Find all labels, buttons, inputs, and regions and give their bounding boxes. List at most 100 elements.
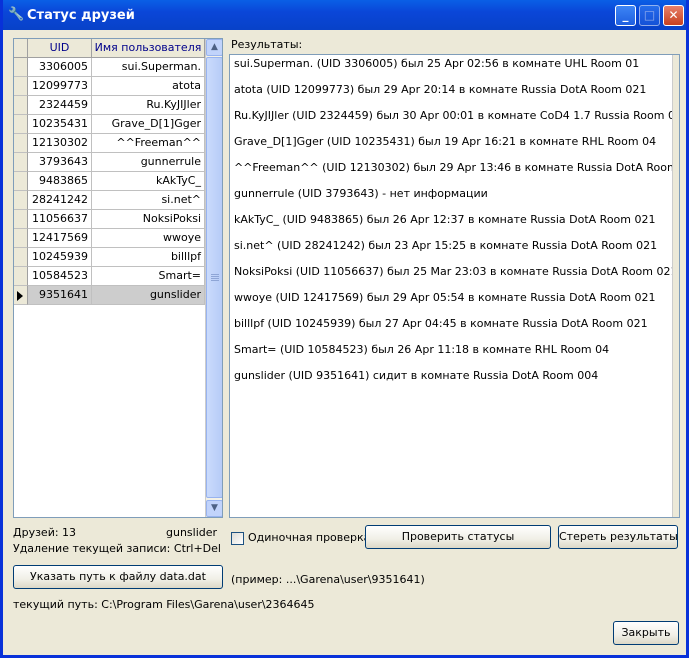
check-status-button[interactable]: Проверить статусы — [365, 525, 551, 549]
uid-cell[interactable]: 10235431 — [28, 115, 92, 134]
uid-cell[interactable]: 10584523 — [28, 267, 92, 286]
table-row[interactable]: 9351641 gunslider — [14, 286, 205, 305]
row-indicator[interactable] — [14, 248, 28, 267]
single-check-checkbox[interactable] — [231, 532, 244, 545]
window-title: Статус друзей — [27, 8, 135, 23]
table-row[interactable]: 12099773 atota — [14, 77, 205, 96]
row-indicator[interactable] — [14, 77, 28, 96]
column-header-username[interactable]: Имя пользователя — [92, 39, 205, 58]
table-row[interactable]: 3793643 gunnerrule — [14, 153, 205, 172]
result-line: ^^Freeman^^ (UID 12130302) был 29 Apr 13… — [234, 161, 680, 174]
row-indicator[interactable] — [14, 267, 28, 286]
result-line: sui.Superman. (UID 3306005) был 25 Apr 0… — [234, 57, 640, 70]
uid-cell[interactable]: 10245939 — [28, 248, 92, 267]
maximize-icon: □ — [643, 8, 656, 22]
username-cell[interactable]: billlpf — [92, 248, 205, 267]
single-check-label[interactable]: Одиночная проверка — [248, 531, 370, 544]
uid-cell[interactable]: 3306005 — [28, 58, 92, 77]
username-cell[interactable]: si.net^ — [92, 191, 205, 210]
result-line: kAkTyC_ (UID 9483865) был 26 Apr 12:37 в… — [234, 213, 656, 226]
username-cell[interactable]: NoksiPoksi — [92, 210, 205, 229]
friends-status-window: 🔧 Статус друзей _ □ ✕ UID Имя пользовате… — [0, 0, 689, 658]
uid-cell[interactable]: 12417569 — [28, 229, 92, 248]
friends-grid[interactable]: UID Имя пользователя 3306005 sui.Superman… — [13, 38, 223, 518]
current-friend-name: gunslider — [166, 526, 218, 539]
result-line: gunnerrule (UID 3793643) - нет информаци… — [234, 187, 488, 200]
username-cell[interactable]: kAkTyC_ — [92, 172, 205, 191]
maximize-button[interactable]: □ — [639, 5, 660, 26]
table-row[interactable]: 12417569 wwoye — [14, 229, 205, 248]
grid-scrollbar[interactable]: ▲ ▼ — [205, 39, 222, 517]
result-line: billlpf (UID 10245939) был 27 Apr 04:45 … — [234, 317, 648, 330]
row-indicator[interactable] — [14, 115, 28, 134]
row-indicator[interactable] — [14, 191, 28, 210]
results-scrollbar[interactable] — [672, 55, 679, 517]
grid-header: UID Имя пользователя — [14, 39, 205, 58]
row-indicator[interactable] — [14, 134, 28, 153]
row-indicator-header — [14, 39, 28, 58]
username-cell[interactable]: sui.Superman. — [92, 58, 205, 77]
chevron-up-icon: ▲ — [211, 42, 218, 52]
close-button[interactable]: Закрыть — [613, 621, 679, 645]
results-label: Результаты: — [231, 38, 303, 51]
close-window-button[interactable]: ✕ — [663, 5, 684, 26]
scroll-up-button[interactable]: ▲ — [206, 39, 222, 56]
minimize-button[interactable]: _ — [615, 5, 636, 26]
result-line: Smart= (UID 10584523) был 26 Apr 11:18 в… — [234, 343, 610, 356]
clear-results-button[interactable]: Стереть результаты — [558, 525, 678, 549]
result-line: Ru.KyJIJler (UID 2324459) был 30 Apr 00:… — [234, 109, 680, 122]
result-line: wwoye (UID 12417569) был 29 Apr 05:54 в … — [234, 291, 656, 304]
table-row[interactable]: 10235431 Grave_D[1]Gger — [14, 115, 205, 134]
table-row[interactable]: 28241242 si.net^ — [14, 191, 205, 210]
path-example: (пример: ...\Garena\user\9351641) — [231, 573, 425, 586]
uid-cell[interactable]: 12130302 — [28, 134, 92, 153]
row-indicator[interactable] — [14, 229, 28, 248]
row-indicator[interactable] — [14, 96, 28, 115]
uid-cell[interactable]: 12099773 — [28, 77, 92, 96]
uid-cell[interactable]: 2324459 — [28, 96, 92, 115]
username-cell[interactable]: gunslider — [92, 286, 205, 305]
result-line: si.net^ (UID 28241242) был 23 Apr 15:25 … — [234, 239, 658, 252]
close-icon: ✕ — [668, 8, 679, 22]
current-row-arrow-icon — [17, 291, 23, 301]
table-row[interactable]: 9483865 kAkTyC_ — [14, 172, 205, 191]
username-cell[interactable]: Ru.KyJIJler — [92, 96, 205, 115]
table-row[interactable]: 3306005 sui.Superman. — [14, 58, 205, 77]
result-line: gunslider (UID 9351641) сидит в комнате … — [234, 369, 599, 382]
row-indicator[interactable] — [14, 172, 28, 191]
scroll-down-button[interactable]: ▼ — [206, 500, 222, 517]
username-cell[interactable]: ^^Freeman^^ — [92, 134, 205, 153]
minimize-icon: _ — [622, 8, 629, 22]
row-indicator[interactable] — [14, 58, 28, 77]
uid-cell[interactable]: 28241242 — [28, 191, 92, 210]
username-cell[interactable]: atota — [92, 77, 205, 96]
uid-cell[interactable]: 11056637 — [28, 210, 92, 229]
table-row[interactable]: 12130302 ^^Freeman^^ — [14, 134, 205, 153]
uid-cell[interactable]: 9351641 — [28, 286, 92, 305]
username-cell[interactable]: Smart= — [92, 267, 205, 286]
result-line: NoksiPoksi (UID 11056637) был 25 Mar 23:… — [234, 265, 678, 278]
table-row[interactable]: 2324459 Ru.KyJIJler — [14, 96, 205, 115]
table-row[interactable]: 10584523 Smart= — [14, 267, 205, 286]
current-path: текущий путь: C:\Program Files\Garena\us… — [13, 598, 315, 611]
results-box[interactable]: sui.Superman. (UID 3306005) был 25 Apr 0… — [229, 54, 680, 518]
uid-cell[interactable]: 9483865 — [28, 172, 92, 191]
chevron-down-icon: ▼ — [211, 503, 218, 513]
result-line: atota (UID 12099773) был 29 Apr 20:14 в … — [234, 83, 647, 96]
uid-cell[interactable]: 3793643 — [28, 153, 92, 172]
friends-count: Друзей: 13 — [13, 526, 77, 539]
username-cell[interactable]: gunnerrule — [92, 153, 205, 172]
wrench-icon: 🔧 — [8, 7, 25, 22]
row-indicator[interactable] — [14, 286, 28, 305]
table-row[interactable]: 11056637 NoksiPoksi — [14, 210, 205, 229]
username-cell[interactable]: Grave_D[1]Gger — [92, 115, 205, 134]
row-indicator[interactable] — [14, 153, 28, 172]
title-bar[interactable]: 🔧 Статус друзей _ □ ✕ — [3, 0, 686, 30]
scroll-thumb[interactable] — [206, 57, 222, 498]
result-line: Grave_D[1]Gger (UID 10235431) был 19 Apr… — [234, 135, 657, 148]
column-header-uid[interactable]: UID — [28, 39, 92, 58]
row-indicator[interactable] — [14, 210, 28, 229]
set-path-button[interactable]: Указать путь к файлу data.dat — [13, 565, 223, 589]
table-row[interactable]: 10245939 billlpf — [14, 248, 205, 267]
username-cell[interactable]: wwoye — [92, 229, 205, 248]
